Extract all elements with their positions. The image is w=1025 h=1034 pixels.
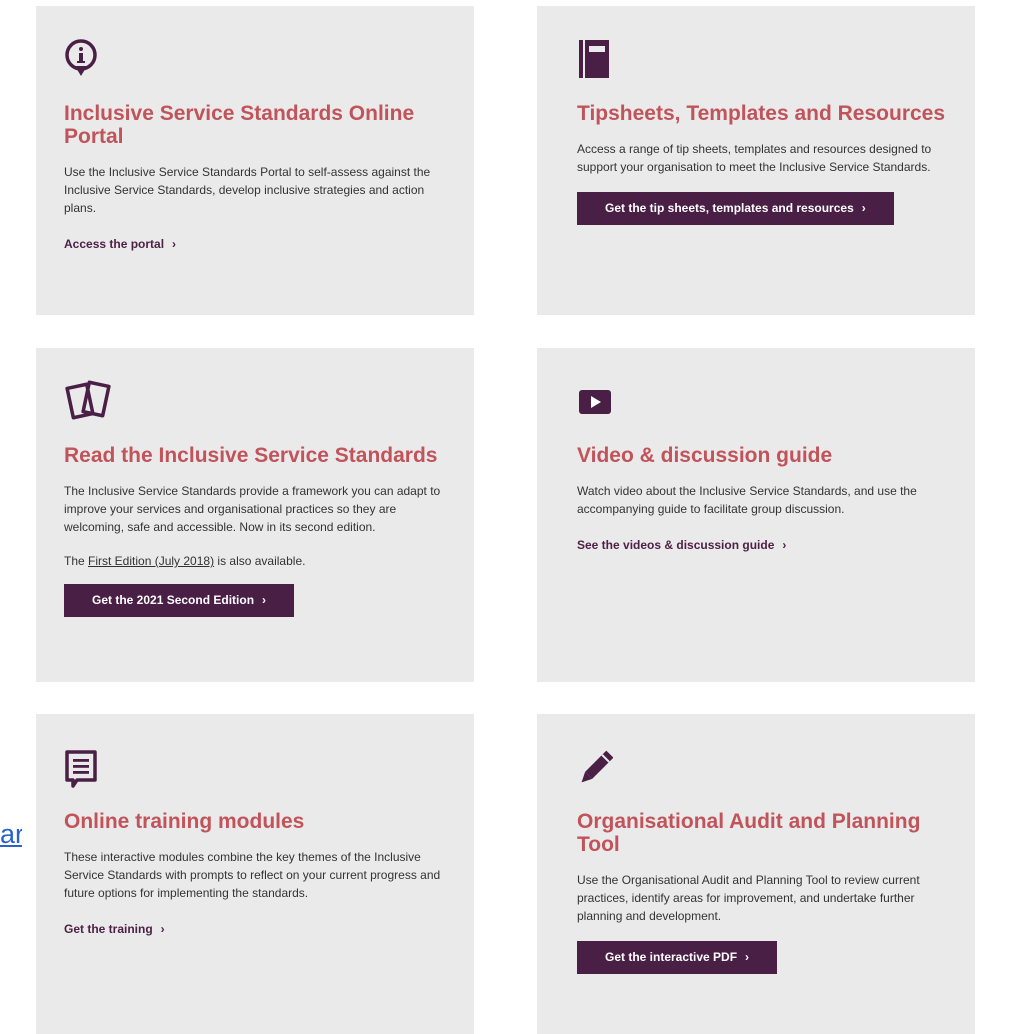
card-title: Inclusive Service Standards Online Porta… <box>64 102 415 148</box>
partial-link[interactable]: ar <box>0 820 22 850</box>
card-title: Organisational Audit and Planning Tool <box>577 810 921 856</box>
first-edition-note: The First Edition (July 2018) is also av… <box>64 552 446 570</box>
link-label: See the videos & discussion guide <box>577 538 775 552</box>
note-prefix: The <box>64 554 89 568</box>
card-video-guide: Video & discussion guide Watch video abo… <box>537 348 975 682</box>
card-online-portal: Inclusive Service Standards Online Porta… <box>36 6 474 315</box>
card-description: Access a range of tip sheets, templates … <box>577 142 932 174</box>
button-label: Get the tip sheets, templates and resour… <box>605 201 854 215</box>
card-title: Video & discussion guide <box>577 444 833 467</box>
card-title: Read the Inclusive Service Standards <box>64 444 438 467</box>
card-description: Use the Organisational Audit and Plannin… <box>577 873 920 923</box>
button-label: Get the interactive PDF <box>605 950 738 964</box>
chevron-right-icon: › <box>861 201 866 215</box>
get-interactive-pdf-button[interactable]: Get the interactive PDF › <box>577 941 778 974</box>
pencil-icon <box>577 746 947 792</box>
card-description: These interactive modules combine the ke… <box>64 850 441 900</box>
link-label: Access the portal <box>64 237 165 251</box>
card-description: The Inclusive Service Standards provide … <box>64 484 441 534</box>
get-tipsheets-button[interactable]: Get the tip sheets, templates and resour… <box>577 192 894 225</box>
card-audit-tool: Organisational Audit and Planning Tool U… <box>537 714 975 1034</box>
video-play-icon <box>577 380 947 426</box>
first-edition-link[interactable]: First Edition (July 2018) <box>88 554 214 568</box>
link-label: Get the training <box>64 922 153 936</box>
get-training-link[interactable]: Get the training › <box>64 922 165 936</box>
card-tipsheets: Tipsheets, Templates and Resources Acces… <box>537 6 975 315</box>
access-portal-link[interactable]: Access the portal › <box>64 237 176 251</box>
get-second-edition-button[interactable]: Get the 2021 Second Edition › <box>64 584 295 617</box>
info-circle-icon <box>64 38 446 84</box>
chevron-right-icon: › <box>160 922 165 936</box>
see-videos-link[interactable]: See the videos & discussion guide › <box>577 538 786 552</box>
card-training-modules: Online training modules These interactiv… <box>36 714 474 1034</box>
card-read-standards: Read the Inclusive Service Standards The… <box>36 348 474 682</box>
notebook-icon <box>577 38 947 84</box>
chevron-right-icon: › <box>782 538 787 552</box>
card-title: Online training modules <box>64 810 305 833</box>
cards-icon <box>64 380 446 426</box>
chevron-right-icon: › <box>262 593 267 607</box>
chevron-right-icon: › <box>745 950 750 964</box>
button-label: Get the 2021 Second Edition <box>92 593 255 607</box>
chevron-right-icon: › <box>172 237 177 251</box>
card-title: Tipsheets, Templates and Resources <box>577 102 946 125</box>
note-suffix: is also available. <box>214 554 306 568</box>
chat-bubble-icon <box>64 746 446 792</box>
card-description: Watch video about the Inclusive Service … <box>577 484 917 516</box>
card-description: Use the Inclusive Service Standards Port… <box>64 165 431 215</box>
